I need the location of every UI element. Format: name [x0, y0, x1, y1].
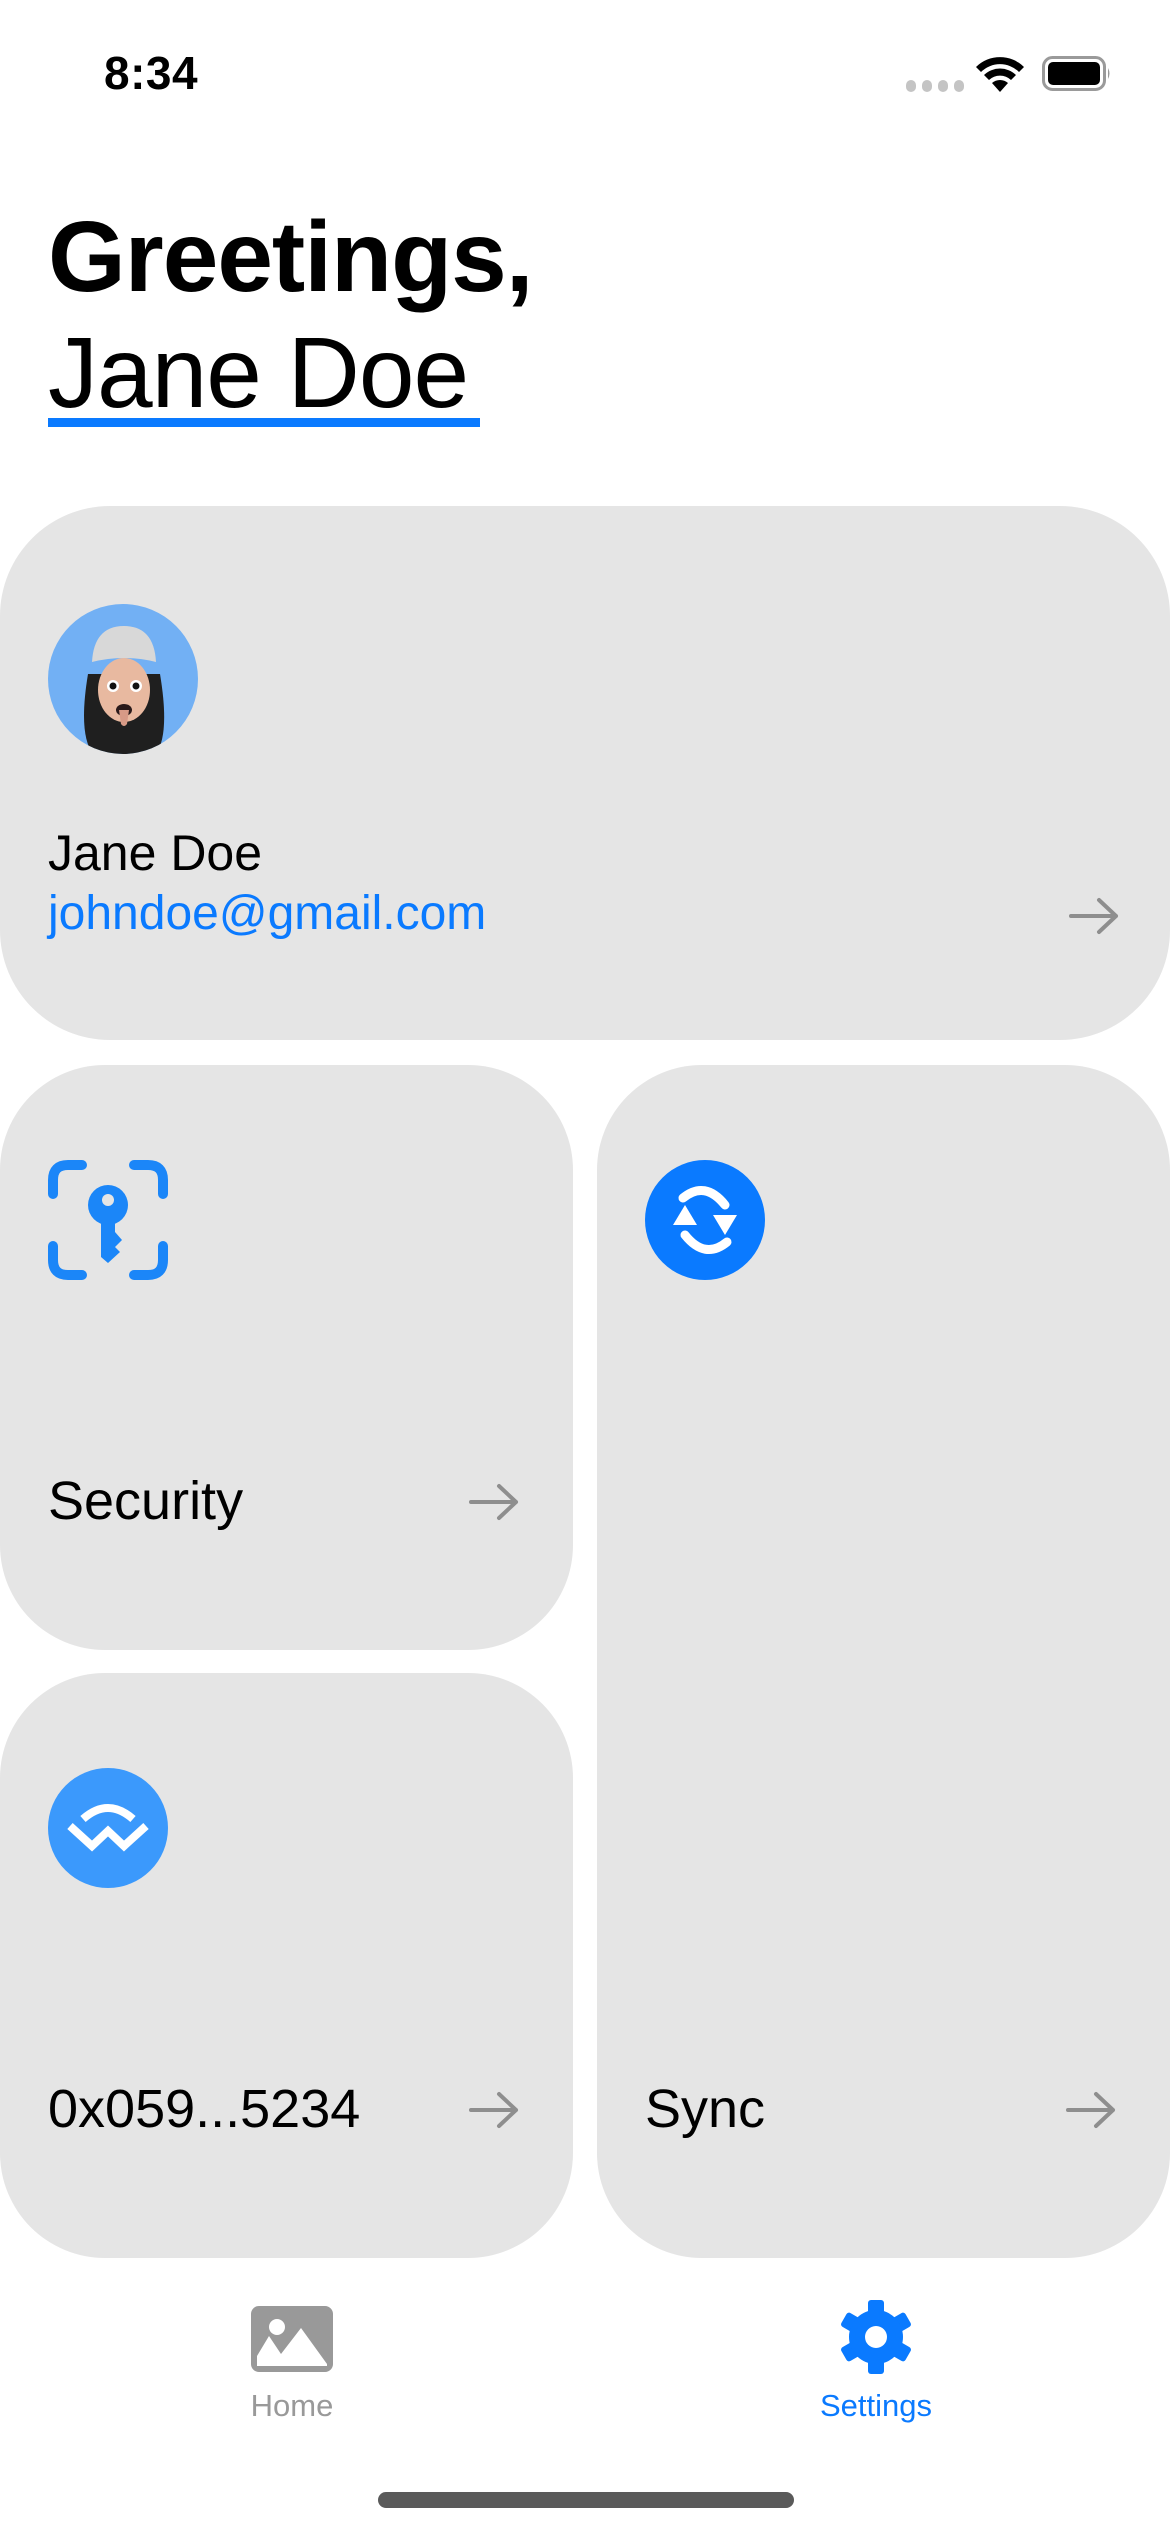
tab-home[interactable]: Home: [172, 2270, 412, 2430]
arrow-right-icon[interactable]: [1065, 2090, 1117, 2130]
status-bar: 8:34: [0, 0, 1170, 140]
cellular-signal-icon: [906, 80, 964, 92]
security-label: Security: [48, 1471, 244, 1531]
name-underline: [48, 418, 480, 427]
memoji-avatar-icon: [84, 626, 165, 754]
greeting-title: Greetings,: [48, 201, 534, 313]
profile-email[interactable]: johndoe@gmail.com: [48, 886, 486, 941]
home-indicator[interactable]: [378, 2492, 794, 2508]
tab-settings[interactable]: Settings: [756, 2270, 996, 2430]
arrow-right-icon[interactable]: [468, 1482, 520, 1522]
greeting-user-name: Jane Doe: [48, 317, 469, 429]
profile-name: Jane Doe: [48, 825, 263, 881]
tab-settings-label: Settings: [819, 2388, 932, 2423]
sync-card[interactable]: Sync: [597, 1065, 1170, 2258]
sync-label: Sync: [645, 2079, 766, 2139]
tab-home-label: Home: [250, 2388, 334, 2423]
sync-icon: [645, 1160, 765, 1280]
status-time: 8:34: [104, 47, 199, 99]
key-viewfinder-icon: [48, 1160, 168, 1280]
walletconnect-icon: [48, 1768, 168, 1888]
avatar: [48, 604, 198, 754]
photo-icon: [251, 2306, 333, 2372]
gear-icon: [841, 2300, 911, 2374]
battery-icon: [1042, 56, 1110, 91]
arrow-right-icon[interactable]: [1068, 896, 1120, 936]
profile-card[interactable]: Jane Doe johndoe@gmail.com: [0, 506, 1170, 1040]
security-card[interactable]: Security: [0, 1065, 573, 1650]
wifi-icon: [976, 57, 1024, 92]
arrow-right-icon[interactable]: [468, 2090, 520, 2130]
wallet-address: 0x059...5234: [48, 2079, 361, 2139]
wallet-card[interactable]: 0x059...5234: [0, 1673, 573, 2258]
